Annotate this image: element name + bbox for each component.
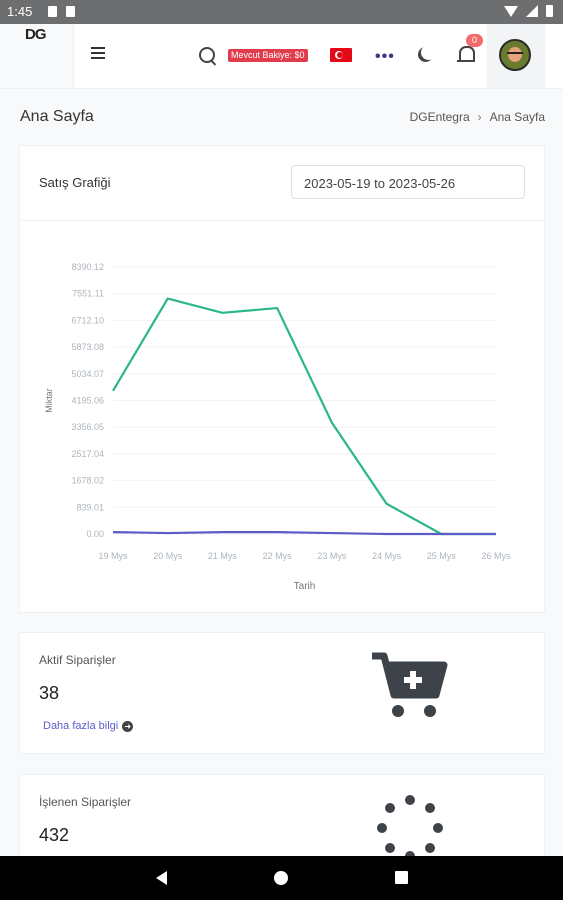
recents-icon[interactable] [395, 871, 408, 884]
x-tick-label: 23 Mys [317, 551, 347, 561]
x-tick-label: 20 Mys [153, 551, 183, 561]
x-tick-label: 19 Mys [98, 551, 128, 561]
search-icon[interactable] [199, 47, 215, 63]
sales-chart-card: Satış Grafiği 2023-05-19 to 2023-05-26 0… [19, 145, 545, 613]
user-menu[interactable] [487, 24, 545, 88]
system-nav-bar [0, 856, 563, 900]
sales-line-chart: 0.00 839.01 1678.02 2517.04 3356.05 4195.06 50… [44, 262, 511, 592]
breadcrumb: DGEntegra › Ana Sayfa [410, 110, 545, 124]
status-time: 1:45 [7, 4, 33, 19]
y-tick-label: 4195.06 [71, 396, 104, 406]
y-tick-label: 5873.08 [71, 342, 104, 352]
x-tick-label: 24 Mys [372, 551, 402, 561]
wifi-icon [504, 5, 518, 17]
y-tick-label: 1678.02 [71, 476, 104, 486]
arrow-right-circle-icon: ➜ [122, 720, 134, 732]
more-info-label: Daha fazla bilgi [43, 720, 119, 732]
spinner-icon [377, 795, 443, 861]
breadcrumb-separator-icon: › [477, 110, 482, 124]
y-tick-label: 0.00 [86, 529, 104, 539]
y-tick-label: 3356.05 [71, 422, 104, 432]
signal-icon [526, 5, 538, 17]
x-tick-label: 21 Mys [208, 551, 238, 561]
logo: DG [25, 26, 46, 43]
date-range-input[interactable]: 2023-05-19 to 2023-05-26 [291, 165, 525, 199]
series-line-1 [112, 297, 496, 536]
cart-plus-icon [372, 652, 448, 717]
moon-icon[interactable] [421, 45, 436, 60]
turkey-flag-icon[interactable] [330, 48, 352, 62]
processing-orders-label: İşlenen Siparişler [39, 795, 132, 809]
y-tick-label: 8390.12 [71, 262, 104, 272]
sales-chart-title: Satış Grafiği [39, 175, 111, 190]
active-orders-label: Aktif Siparişler [39, 653, 116, 667]
status-bar: 1:45 [0, 0, 563, 24]
avatar[interactable] [499, 39, 531, 71]
x-tick-label: 22 Mys [263, 551, 293, 561]
breadcrumb-item-current: Ana Sayfa [489, 110, 545, 124]
processing-orders-card: İşlenen Siparişler 432 [19, 774, 545, 864]
battery-icon [546, 5, 553, 17]
storage-icon [66, 6, 75, 17]
back-icon[interactable] [156, 871, 167, 885]
home-icon[interactable] [274, 871, 288, 885]
sales-chart-header: Satış Grafiği 2023-05-19 to 2023-05-26 [20, 146, 544, 221]
y-tick-label: 5034.07 [71, 369, 104, 379]
more-dots-icon[interactable]: ••• [375, 48, 395, 66]
sim-icon [48, 6, 57, 17]
balance-badge: Mevcut Bakiye: $0 [228, 49, 308, 62]
y-tick-label: 839.01 [76, 502, 104, 512]
y-tick-label: 2517.04 [71, 449, 104, 459]
y-tick-label: 6712.10 [71, 315, 104, 325]
active-orders-card: Aktif Siparişler 38 Daha fazla bilgi ➜ [19, 632, 545, 754]
page-title: Ana Sayfa [20, 108, 94, 125]
top-header: DG Mevcut Bakiye: $0 ••• 0 [0, 24, 563, 89]
processing-orders-value: 432 [39, 825, 70, 845]
x-tick-label: 25 Mys [427, 551, 457, 561]
active-orders-value: 38 [39, 683, 60, 703]
more-info-link[interactable]: Daha fazla bilgi ➜ [43, 720, 134, 732]
x-axis-label: Tarih [294, 581, 316, 592]
y-tick-label: 7551.11 [72, 289, 104, 299]
x-tick-label: 26 Mys [481, 551, 511, 561]
breadcrumb-item-home[interactable]: DGEntegra [410, 110, 470, 124]
y-axis-label: Miktar [44, 388, 54, 413]
bell-icon[interactable] [457, 46, 475, 62]
notification-count-badge: 0 [466, 34, 483, 47]
menu-icon[interactable] [91, 47, 105, 62]
logo-container[interactable]: DG [0, 24, 74, 88]
